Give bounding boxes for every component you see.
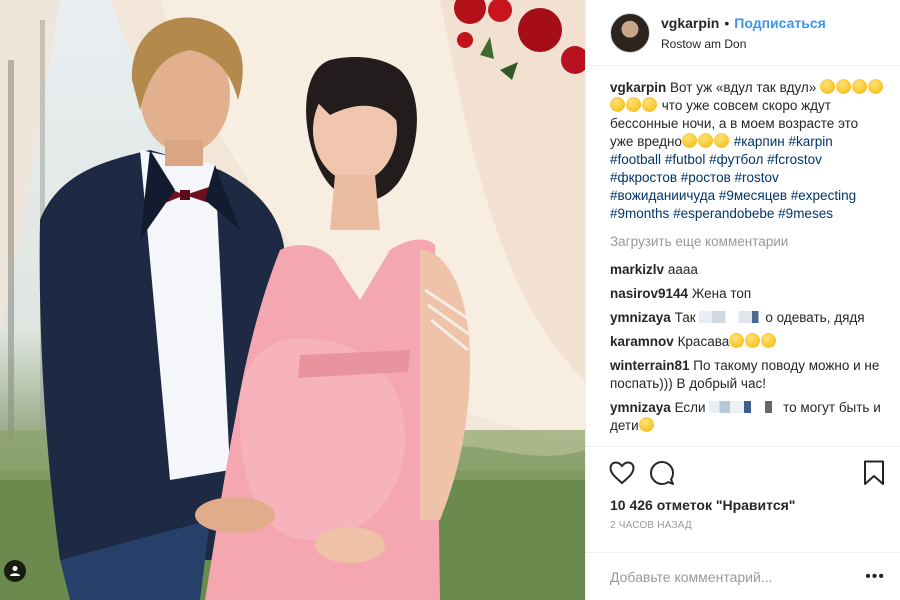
- hashtag-link[interactable]: #футбол: [709, 152, 763, 167]
- save-button[interactable]: [860, 459, 888, 487]
- post-location[interactable]: Rostow am Don: [661, 37, 826, 51]
- wink-tongue-emoji-icon: [697, 133, 713, 148]
- redacted-text: [709, 401, 780, 413]
- bookmark-icon: [864, 460, 884, 485]
- hashtag-link[interactable]: #9месяцев: [719, 188, 787, 203]
- comment-item: karamnov Красава: [610, 333, 885, 351]
- rofl-emoji-icon: [610, 97, 625, 112]
- likes-count[interactable]: 10 426 отметок "Нравится": [610, 497, 795, 513]
- comment-username[interactable]: ymnizaya: [610, 310, 671, 325]
- comment-text: о одевать, дядя: [765, 310, 865, 325]
- caption-text-1: Вот уж «вдул так вдул»: [670, 80, 817, 95]
- rofl-emoji-icon: [868, 79, 884, 94]
- hashtag-link[interactable]: #esperandobebe: [673, 206, 774, 221]
- comment-username[interactable]: markizlv: [610, 262, 664, 277]
- rofl-emoji-icon: [626, 97, 641, 112]
- hashtag-link[interactable]: #вожиданиичуда: [610, 188, 715, 203]
- comment-text: аааа: [667, 262, 698, 277]
- comment-button[interactable]: [648, 459, 676, 487]
- rofl-emoji-icon: [642, 97, 657, 112]
- add-comment-bar: •••: [586, 552, 900, 600]
- hashtag-link[interactable]: #ростов: [681, 170, 731, 185]
- post-side-panel: vgkarpin • Подписаться Rostow am Don vgk…: [585, 0, 900, 600]
- redacted-text: [699, 311, 766, 323]
- user-tag-icon: [10, 566, 20, 576]
- joy-emoji-icon: [745, 333, 761, 348]
- comment-item: nasirov9144 Жена топ: [610, 285, 885, 303]
- avatar[interactable]: [610, 12, 650, 53]
- hashtag-link[interactable]: #football: [610, 152, 661, 167]
- comment-username[interactable]: karamnov: [610, 334, 674, 349]
- add-comment-input[interactable]: [610, 568, 866, 585]
- comment-username[interactable]: nasirov9144: [610, 286, 688, 301]
- joy-emoji-icon: [761, 333, 777, 348]
- rofl-emoji-icon: [836, 79, 852, 94]
- hashtag-link[interactable]: #9months: [610, 206, 669, 221]
- comment-icon: [650, 461, 674, 485]
- hashtag-link[interactable]: #futbol: [665, 152, 706, 167]
- action-icons: [608, 459, 888, 489]
- joy-emoji-icon: [729, 333, 745, 348]
- separator-dot: •: [724, 14, 730, 31]
- comment-item: ymnizaya Если то могут быть и дети: [610, 399, 885, 435]
- hashtag-link[interactable]: #фкростов: [610, 170, 677, 185]
- comment-text: Красава: [677, 334, 730, 349]
- post-actions: 10 426 отметок "Нравится" 2 ЧАСОВ НАЗАД …: [586, 446, 900, 600]
- comment-text: Так: [674, 310, 696, 325]
- comment-text: Жена топ: [691, 286, 752, 301]
- wink-tongue-emoji-icon: [713, 133, 729, 148]
- more-options-button[interactable]: •••: [865, 568, 885, 586]
- post-caption: vgkarpin Вот уж «вдул так вдул» что уже …: [610, 79, 885, 223]
- hashtag-link[interactable]: #fcrostov: [767, 152, 822, 167]
- user-tag-button[interactable]: [4, 560, 26, 582]
- comments-list[interactable]: vgkarpin Вот уж «вдул так вдул» что уже …: [586, 67, 900, 445]
- hashtag-link[interactable]: #expecting: [791, 188, 856, 203]
- post-timestamp[interactable]: 2 ЧАСОВ НАЗАД: [610, 520, 692, 531]
- post-header: vgkarpin • Подписаться Rostow am Don: [586, 0, 900, 66]
- comment-text: Если: [674, 400, 706, 415]
- heart-icon: [609, 461, 635, 485]
- hashtag-link[interactable]: #карпин: [734, 134, 785, 149]
- photo-illustration: [0, 0, 585, 600]
- header-text: vgkarpin • Подписаться Rostow am Don: [661, 15, 826, 51]
- comment-item: winterrain81 По такому поводу можно и не…: [610, 357, 885, 393]
- wink-tongue-emoji-icon: [681, 133, 697, 148]
- hashtag-link[interactable]: #9meses: [778, 206, 833, 221]
- hashtag-link[interactable]: #rostov: [735, 170, 779, 185]
- header-row: vgkarpin • Подписаться: [661, 15, 826, 31]
- rofl-emoji-icon: [820, 79, 836, 94]
- author-username[interactable]: vgkarpin: [661, 15, 719, 31]
- follow-button[interactable]: Подписаться: [734, 15, 826, 31]
- rofl-emoji-icon: [852, 79, 868, 94]
- comment-item: markizlv аааа: [610, 261, 885, 279]
- like-button[interactable]: [608, 459, 636, 487]
- comment-username[interactable]: ymnizaya: [610, 400, 671, 415]
- scroll-fade: [586, 435, 900, 445]
- fearful-emoji-icon: [638, 417, 654, 432]
- post-photo[interactable]: [0, 0, 585, 600]
- load-more-comments-button[interactable]: Загрузить еще комментарии: [610, 233, 885, 251]
- comment-item: ymnizaya Так о одевать, дядя: [610, 309, 885, 327]
- caption-username[interactable]: vgkarpin: [610, 80, 666, 95]
- hashtag-link[interactable]: #karpin: [789, 134, 833, 149]
- comment-username[interactable]: winterrain81: [610, 358, 690, 373]
